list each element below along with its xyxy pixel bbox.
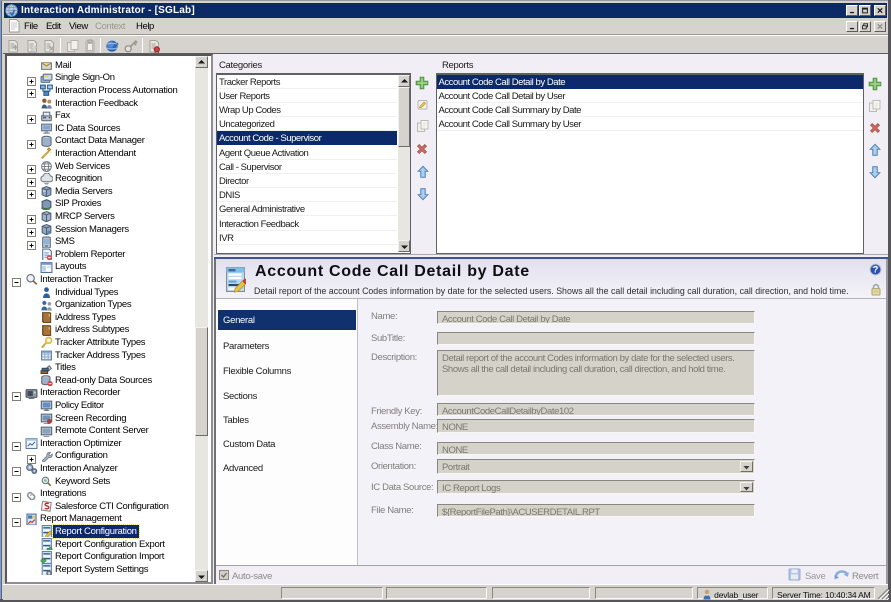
svg-text:?: ? (873, 265, 879, 275)
